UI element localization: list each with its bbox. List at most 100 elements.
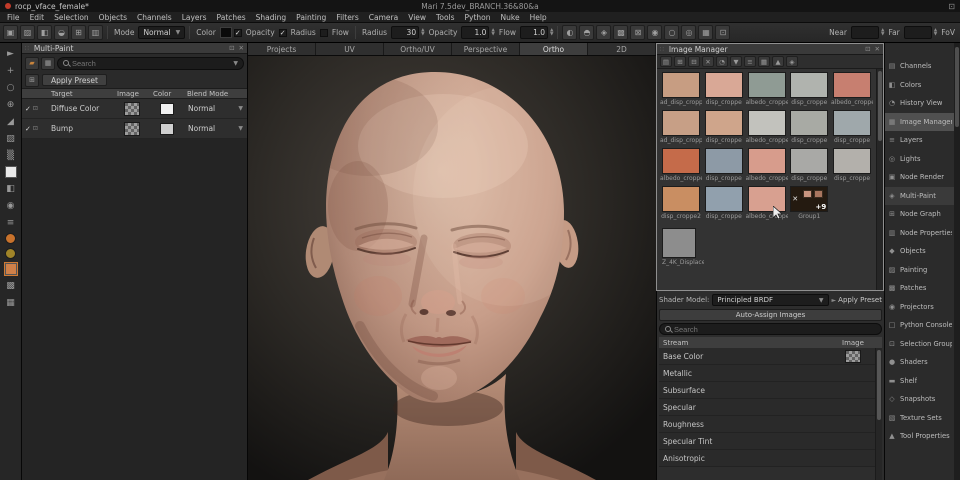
thumbnail-image[interactable] xyxy=(790,72,828,98)
sort-icon[interactable]: ▲ xyxy=(772,56,784,67)
search-input[interactable] xyxy=(674,325,876,334)
table-row-diffuse-color[interactable]: ✓⊡ Diffuse Color Normal▼ xyxy=(22,99,247,119)
preset-icon[interactable]: ⊞ xyxy=(25,74,39,87)
thumbnail-image[interactable] xyxy=(705,186,743,212)
image-thumbnail[interactable]: albedo_croppe xyxy=(831,72,873,107)
table-row-bump[interactable]: ✓⊡ Bump Normal▼ xyxy=(22,119,247,139)
select-tool-icon[interactable]: ► xyxy=(3,47,19,60)
3d-head-model[interactable] xyxy=(248,56,656,480)
menu-item-layers[interactable]: Layers xyxy=(177,12,212,23)
menu-item-objects[interactable]: Objects xyxy=(94,12,132,23)
stream-row-subsurface[interactable]: Subsurface xyxy=(659,382,875,399)
sidebar-item-node-properties[interactable]: ▥Node Properties xyxy=(885,224,954,243)
thumbnail-view-icon[interactable]: ▦ xyxy=(758,56,770,67)
mirror-v-icon[interactable]: ◓ xyxy=(579,25,594,40)
sidebar-item-channels[interactable]: ▤Channels xyxy=(885,57,954,76)
sidebar-item-multi-paint[interactable]: ◈Multi-Paint xyxy=(885,187,954,206)
radius-spinner[interactable]: ▲▼ xyxy=(421,29,424,37)
menu-item-tools[interactable]: Tools xyxy=(431,12,459,23)
drag-grip-icon[interactable]: ∷ xyxy=(25,45,30,52)
thumbnail-image[interactable] xyxy=(748,186,786,212)
thumbnail-image[interactable] xyxy=(833,72,871,98)
image-thumbnail[interactable]: disp_croppe xyxy=(704,110,744,145)
menu-item-file[interactable]: File xyxy=(2,12,25,23)
menu-item-edit[interactable]: Edit xyxy=(25,12,50,23)
tab-projects[interactable]: Projects xyxy=(248,43,316,55)
grid-view-icon[interactable]: ▦ xyxy=(41,57,55,70)
sidebar-item-selection-groups[interactable]: ⊡Selection Groups xyxy=(885,335,954,354)
flow-spinner[interactable]: ▲▼ xyxy=(550,29,553,37)
menu-item-selection[interactable]: Selection xyxy=(49,12,94,23)
secondary-color-swatch[interactable] xyxy=(5,248,16,259)
near-spinner[interactable]: ▲▼ xyxy=(881,29,884,37)
opacity-field[interactable]: 1.0 xyxy=(461,26,489,39)
paint-target-icon[interactable]: ▰ xyxy=(25,57,39,70)
close-icon[interactable]: ✕ xyxy=(792,195,798,203)
menu-item-patches[interactable]: Patches xyxy=(212,12,251,23)
stream-row-roughness[interactable]: Roughness xyxy=(659,416,875,433)
mode-dropdown[interactable]: Normal▼ xyxy=(138,26,185,39)
image-thumbnail[interactable] xyxy=(124,122,140,136)
sidebar-item-projectors[interactable]: ◉Projectors xyxy=(885,298,954,317)
color-swatch[interactable] xyxy=(160,103,174,115)
open-folder-icon[interactable]: ▤ xyxy=(660,56,672,67)
mask-icon[interactable]: ▩ xyxy=(613,25,628,40)
multi-paint-panel-header[interactable]: ∷ Multi-Paint ⊡ ✕ xyxy=(22,43,247,54)
menu-item-view[interactable]: View xyxy=(403,12,431,23)
image-thumbnail[interactable]: albedo_croppe xyxy=(746,186,788,221)
tab-perspective[interactable]: Perspective xyxy=(452,43,520,55)
tab-2d[interactable]: 2D xyxy=(588,43,656,55)
projection-on-icon[interactable]: ◉ xyxy=(647,25,662,40)
enabled-checkbox[interactable]: ✓ xyxy=(25,125,31,133)
sidebar-item-shaders[interactable]: ●Shaders xyxy=(885,353,954,372)
scrollbar-handle[interactable] xyxy=(878,71,882,141)
thumbnail-image[interactable] xyxy=(662,110,700,136)
radius-field[interactable]: 30 xyxy=(391,26,419,39)
float-panel-icon[interactable]: ⊡ xyxy=(229,44,234,52)
group-thumbnail-image[interactable]: ✕ +9 xyxy=(790,186,828,212)
menu-item-help[interactable]: Help xyxy=(525,12,552,23)
blend-mode-dropdown[interactable]: Normal▼ xyxy=(184,104,247,113)
sidebar-item-node-graph[interactable]: ⊞Node Graph xyxy=(885,205,954,224)
window-widget-icon[interactable]: ⊡ xyxy=(948,2,955,11)
sidebar-item-python-console[interactable]: □Python Console xyxy=(885,316,954,335)
opacity-spinner[interactable]: ▲▼ xyxy=(491,29,494,37)
scrollbar-handle[interactable] xyxy=(955,47,959,127)
sidebar-item-shelf[interactable]: ▬Shelf xyxy=(885,372,954,391)
gradient-tool-icon[interactable]: ◧ xyxy=(3,182,19,195)
stream-scrollbar[interactable] xyxy=(875,348,882,480)
foreground-color-swatch[interactable] xyxy=(5,233,16,244)
eraser-tool-icon[interactable]: ▒ xyxy=(3,149,19,162)
sidebar-item-node-render[interactable]: ▣Node Render xyxy=(885,168,954,187)
thumbnail-image[interactable] xyxy=(662,228,696,258)
thumbnail-image[interactable] xyxy=(790,110,828,136)
list-view-icon[interactable]: ≡ xyxy=(744,56,756,67)
lock-paint-icon[interactable]: ⊠ xyxy=(630,25,645,40)
3d-canvas[interactable] xyxy=(248,56,656,480)
chevron-down-icon[interactable]: ▼ xyxy=(233,60,238,67)
sidebar-item-image-manager[interactable]: ▦Image Manager xyxy=(885,113,954,132)
image-thumbnail[interactable]: disp_croppe xyxy=(790,148,830,183)
gradient-mode-icon[interactable]: ▥ xyxy=(88,25,103,40)
stream-row-specular[interactable]: Specular xyxy=(659,399,875,416)
paint-mode-icon[interactable]: ▣ xyxy=(3,25,18,40)
float-panel-icon[interactable]: ⊡ xyxy=(865,45,870,53)
zoom-tool-icon[interactable]: ⊕ xyxy=(3,98,19,111)
image-manager-scrollbar[interactable] xyxy=(876,69,883,290)
settings-icon[interactable]: ◈ xyxy=(786,56,798,67)
stream-row-metallic[interactable]: Metallic xyxy=(659,365,875,382)
scrollbar-handle[interactable] xyxy=(877,350,881,420)
blend-mode-dropdown[interactable]: Normal▼ xyxy=(184,124,247,133)
wireframe-icon[interactable]: ▦ xyxy=(698,25,713,40)
texture-tool-icon[interactable]: ▩ xyxy=(3,279,19,292)
thumbnail-image[interactable] xyxy=(705,148,743,174)
pattern-tool-icon[interactable]: ▦ xyxy=(3,296,19,309)
snapshot-icon[interactable]: ⊡ xyxy=(715,25,730,40)
color-swatch[interactable] xyxy=(160,123,174,135)
projection-off-icon[interactable]: ○ xyxy=(664,25,679,40)
thumbnail-image[interactable] xyxy=(705,110,743,136)
thumbnail-image[interactable] xyxy=(790,148,828,174)
delete-icon[interactable]: ✕ xyxy=(702,56,714,67)
window-scrollbar[interactable] xyxy=(954,43,960,480)
thumbnail-image[interactable] xyxy=(833,148,871,174)
